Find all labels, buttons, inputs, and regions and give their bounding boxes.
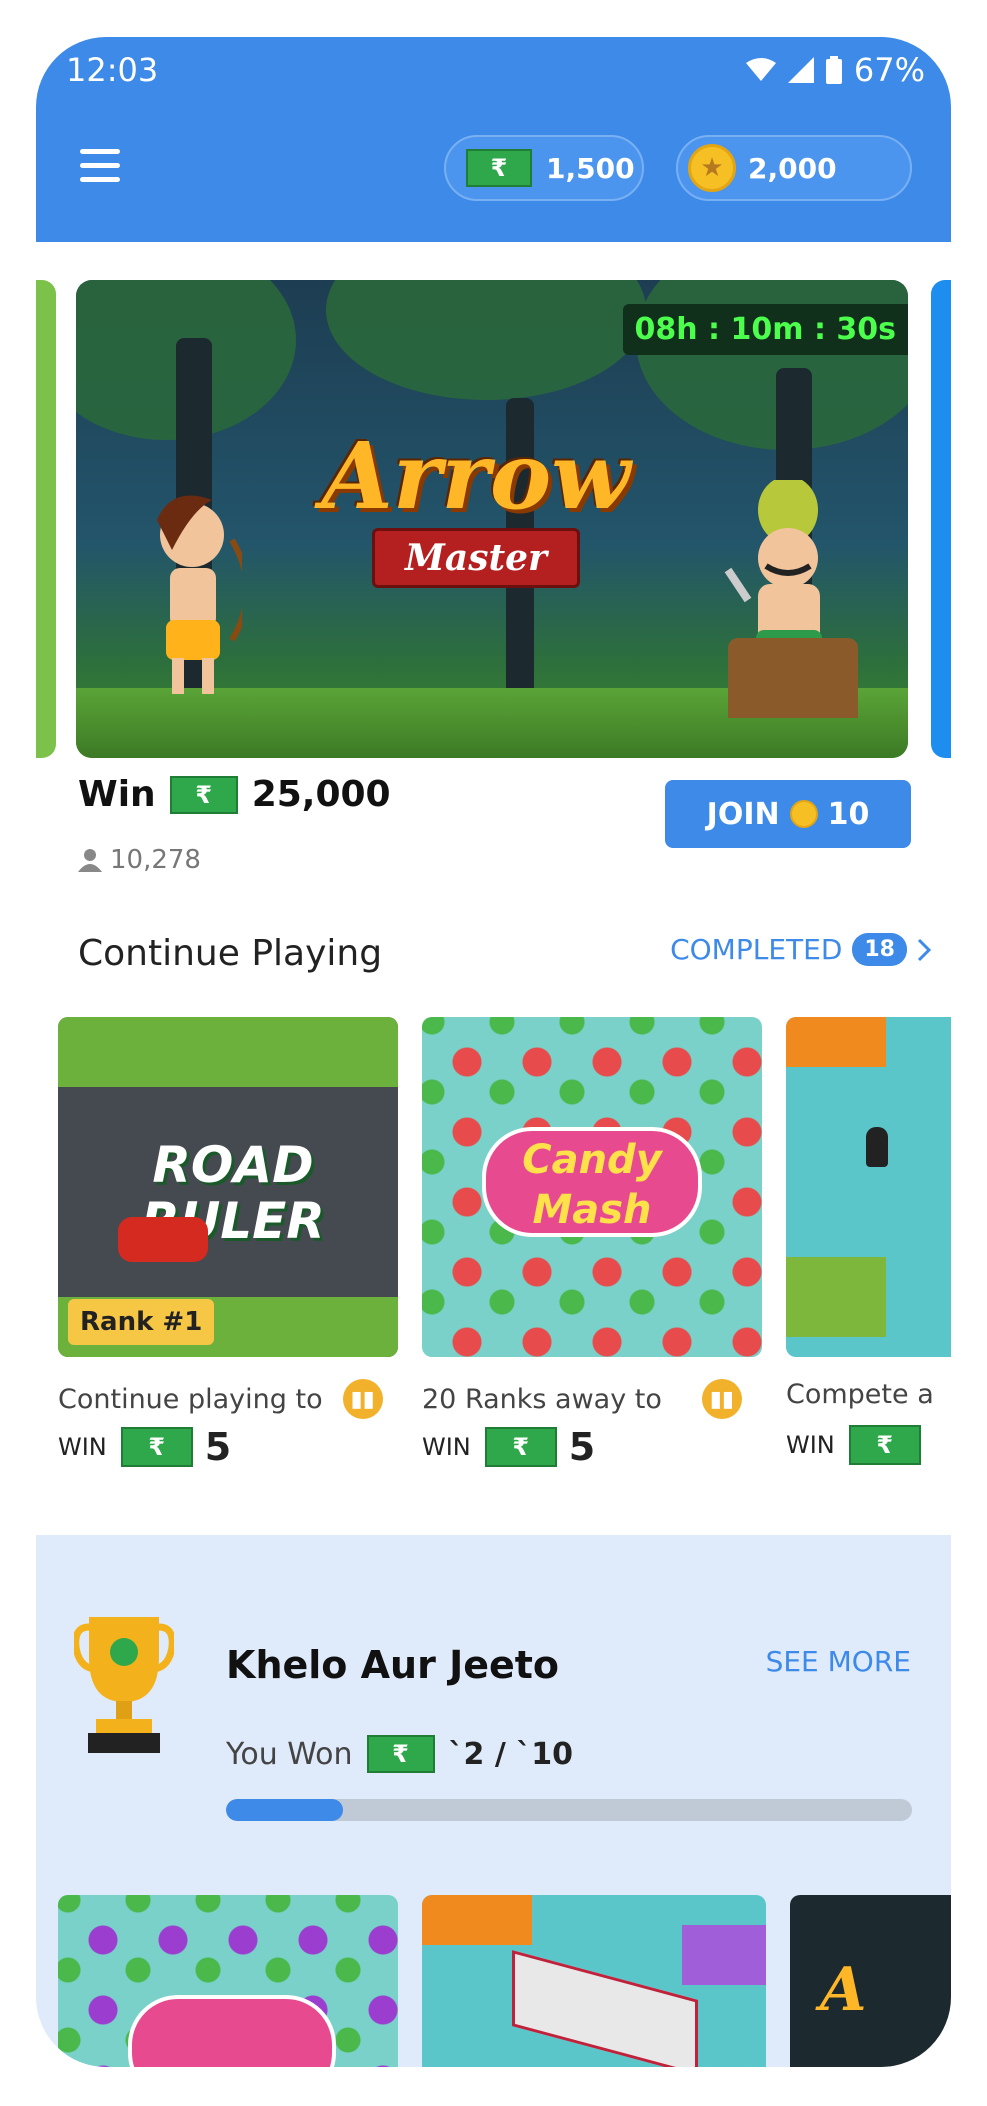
game-logo: A <box>820 1955 867 2025</box>
game-card-arrow-master-2[interactable]: A <box>790 1895 951 2067</box>
car <box>118 1217 208 1262</box>
signal-icon <box>787 57 814 83</box>
join-label: JOIN <box>706 796 780 832</box>
win-value: 5 <box>568 1425 596 1469</box>
next-banner-peek[interactable] <box>931 280 951 758</box>
card-win: WIN ₹ <box>786 1425 921 1465</box>
chess-pawn <box>866 1127 888 1167</box>
app-header: 12:03 67% ₹ 1,500 ★ 2,000 <box>36 37 951 242</box>
completed-link[interactable]: COMPLETED 18 <box>670 933 931 966</box>
rupee-note-icon: ₹ <box>169 775 238 814</box>
countdown-timer: 08h : 10m : 30s <box>622 304 908 355</box>
cash-balance[interactable]: ₹ 1,500 <box>444 135 644 201</box>
game-logo: Arrow Master <box>286 430 666 588</box>
prize-row: Win ₹ 25,000 <box>78 774 391 815</box>
card-win: WIN ₹ 5 <box>422 1425 595 1469</box>
game-subtitle: Master <box>372 528 580 588</box>
user-icon <box>78 849 102 872</box>
prev-banner-peek[interactable] <box>36 280 56 758</box>
coin-icon: ★ <box>688 144 736 192</box>
progress-bar <box>226 1799 912 1821</box>
game-logo <box>128 1995 336 2067</box>
rank-badge: Rank #1 <box>68 1299 215 1345</box>
battery-level: 67% <box>853 51 925 89</box>
menu-icon[interactable] <box>80 149 120 183</box>
block <box>682 1925 766 1985</box>
you-won-label: You Won <box>226 1736 353 1772</box>
progress-fill <box>226 1799 343 1821</box>
game-card-jump-jump[interactable] <box>786 1017 951 1357</box>
join-button[interactable]: JOIN 10 <box>665 780 911 848</box>
featured-game-banner[interactable]: Arrow Master 08h : 10m : 30s <box>76 280 908 758</box>
game-logo: Candy Mash <box>482 1127 702 1237</box>
coin-icon <box>789 800 818 828</box>
archer-character <box>157 495 242 694</box>
you-won-row: You Won ₹ `2 / `10 <box>226 1735 573 1773</box>
grass <box>58 1017 398 1087</box>
continue-playing-title: Continue Playing <box>78 933 383 974</box>
game-title: Arrow <box>321 422 631 530</box>
game-card-candy-mash-2[interactable] <box>58 1895 398 2067</box>
status-icons: 67% <box>745 51 925 89</box>
game-card-road-ruler[interactable]: ROAD RULER Rank #1 <box>58 1017 398 1357</box>
section-title: Khelo Aur Jeeto <box>226 1643 560 1687</box>
join-cost: 10 <box>827 796 870 832</box>
card-desc-text: 20 Ranks away to <box>422 1383 662 1415</box>
block <box>786 1257 886 1337</box>
coin-balance[interactable]: ★ 2,000 <box>676 135 912 201</box>
coin-amount: 2,000 <box>748 151 837 185</box>
tree-stump <box>728 638 858 718</box>
battery-icon <box>825 56 842 84</box>
wifi-icon <box>745 58 776 81</box>
prize-amount: 25,000 <box>251 774 391 815</box>
trophy-icon <box>74 1617 174 1753</box>
game-card-jump-jump-2[interactable] <box>422 1895 766 2067</box>
win-label: WIN <box>422 1433 471 1461</box>
cash-amount: 1,500 <box>546 151 635 185</box>
rupee-note-icon: ₹ <box>120 1427 193 1467</box>
card-desc-text: Compete a <box>786 1379 934 1410</box>
game-card-candy-mash[interactable]: Candy Mash <box>422 1017 762 1357</box>
chevron-right-icon <box>917 938 931 961</box>
block <box>786 1017 886 1067</box>
win-label: WIN <box>786 1431 835 1459</box>
status-time: 12:03 <box>66 51 159 89</box>
card-desc: 20 Ranks away to ▮▮ <box>422 1379 742 1419</box>
game-logo <box>512 1950 698 2067</box>
win-value: 5 <box>204 1425 232 1469</box>
completed-count-badge: 18 <box>852 933 907 966</box>
foliage <box>326 280 646 400</box>
rupee-note-icon: ₹ <box>366 1735 435 1773</box>
rupee-note-icon: ₹ <box>484 1427 557 1467</box>
card-desc-text: Continue playing to <box>58 1383 323 1415</box>
phone-screen: 12:03 67% ₹ 1,500 ★ 2,000 Arrow Master 0… <box>36 37 951 2067</box>
card-win: WIN ₹ 5 <box>58 1425 231 1469</box>
card-desc: Compete a <box>786 1379 934 1410</box>
rupee-note-icon: ₹ <box>848 1425 921 1465</box>
player-count-value: 10,278 <box>110 845 201 875</box>
rupee-note-icon: ₹ <box>466 149 532 187</box>
see-more-link[interactable]: SEE MORE <box>766 1645 911 1678</box>
leaderboard-icon[interactable]: ▮▮ <box>701 1379 742 1419</box>
completed-label: COMPLETED <box>670 933 843 966</box>
win-label: Win <box>78 774 156 815</box>
player-count: 10,278 <box>78 845 201 875</box>
win-label: WIN <box>58 1433 107 1461</box>
progress-text: `2 / `10 <box>448 1736 573 1772</box>
leaderboard-icon[interactable]: ▮▮ <box>342 1379 383 1419</box>
card-desc: Continue playing to ▮▮ <box>58 1379 383 1419</box>
block <box>422 1895 532 1945</box>
